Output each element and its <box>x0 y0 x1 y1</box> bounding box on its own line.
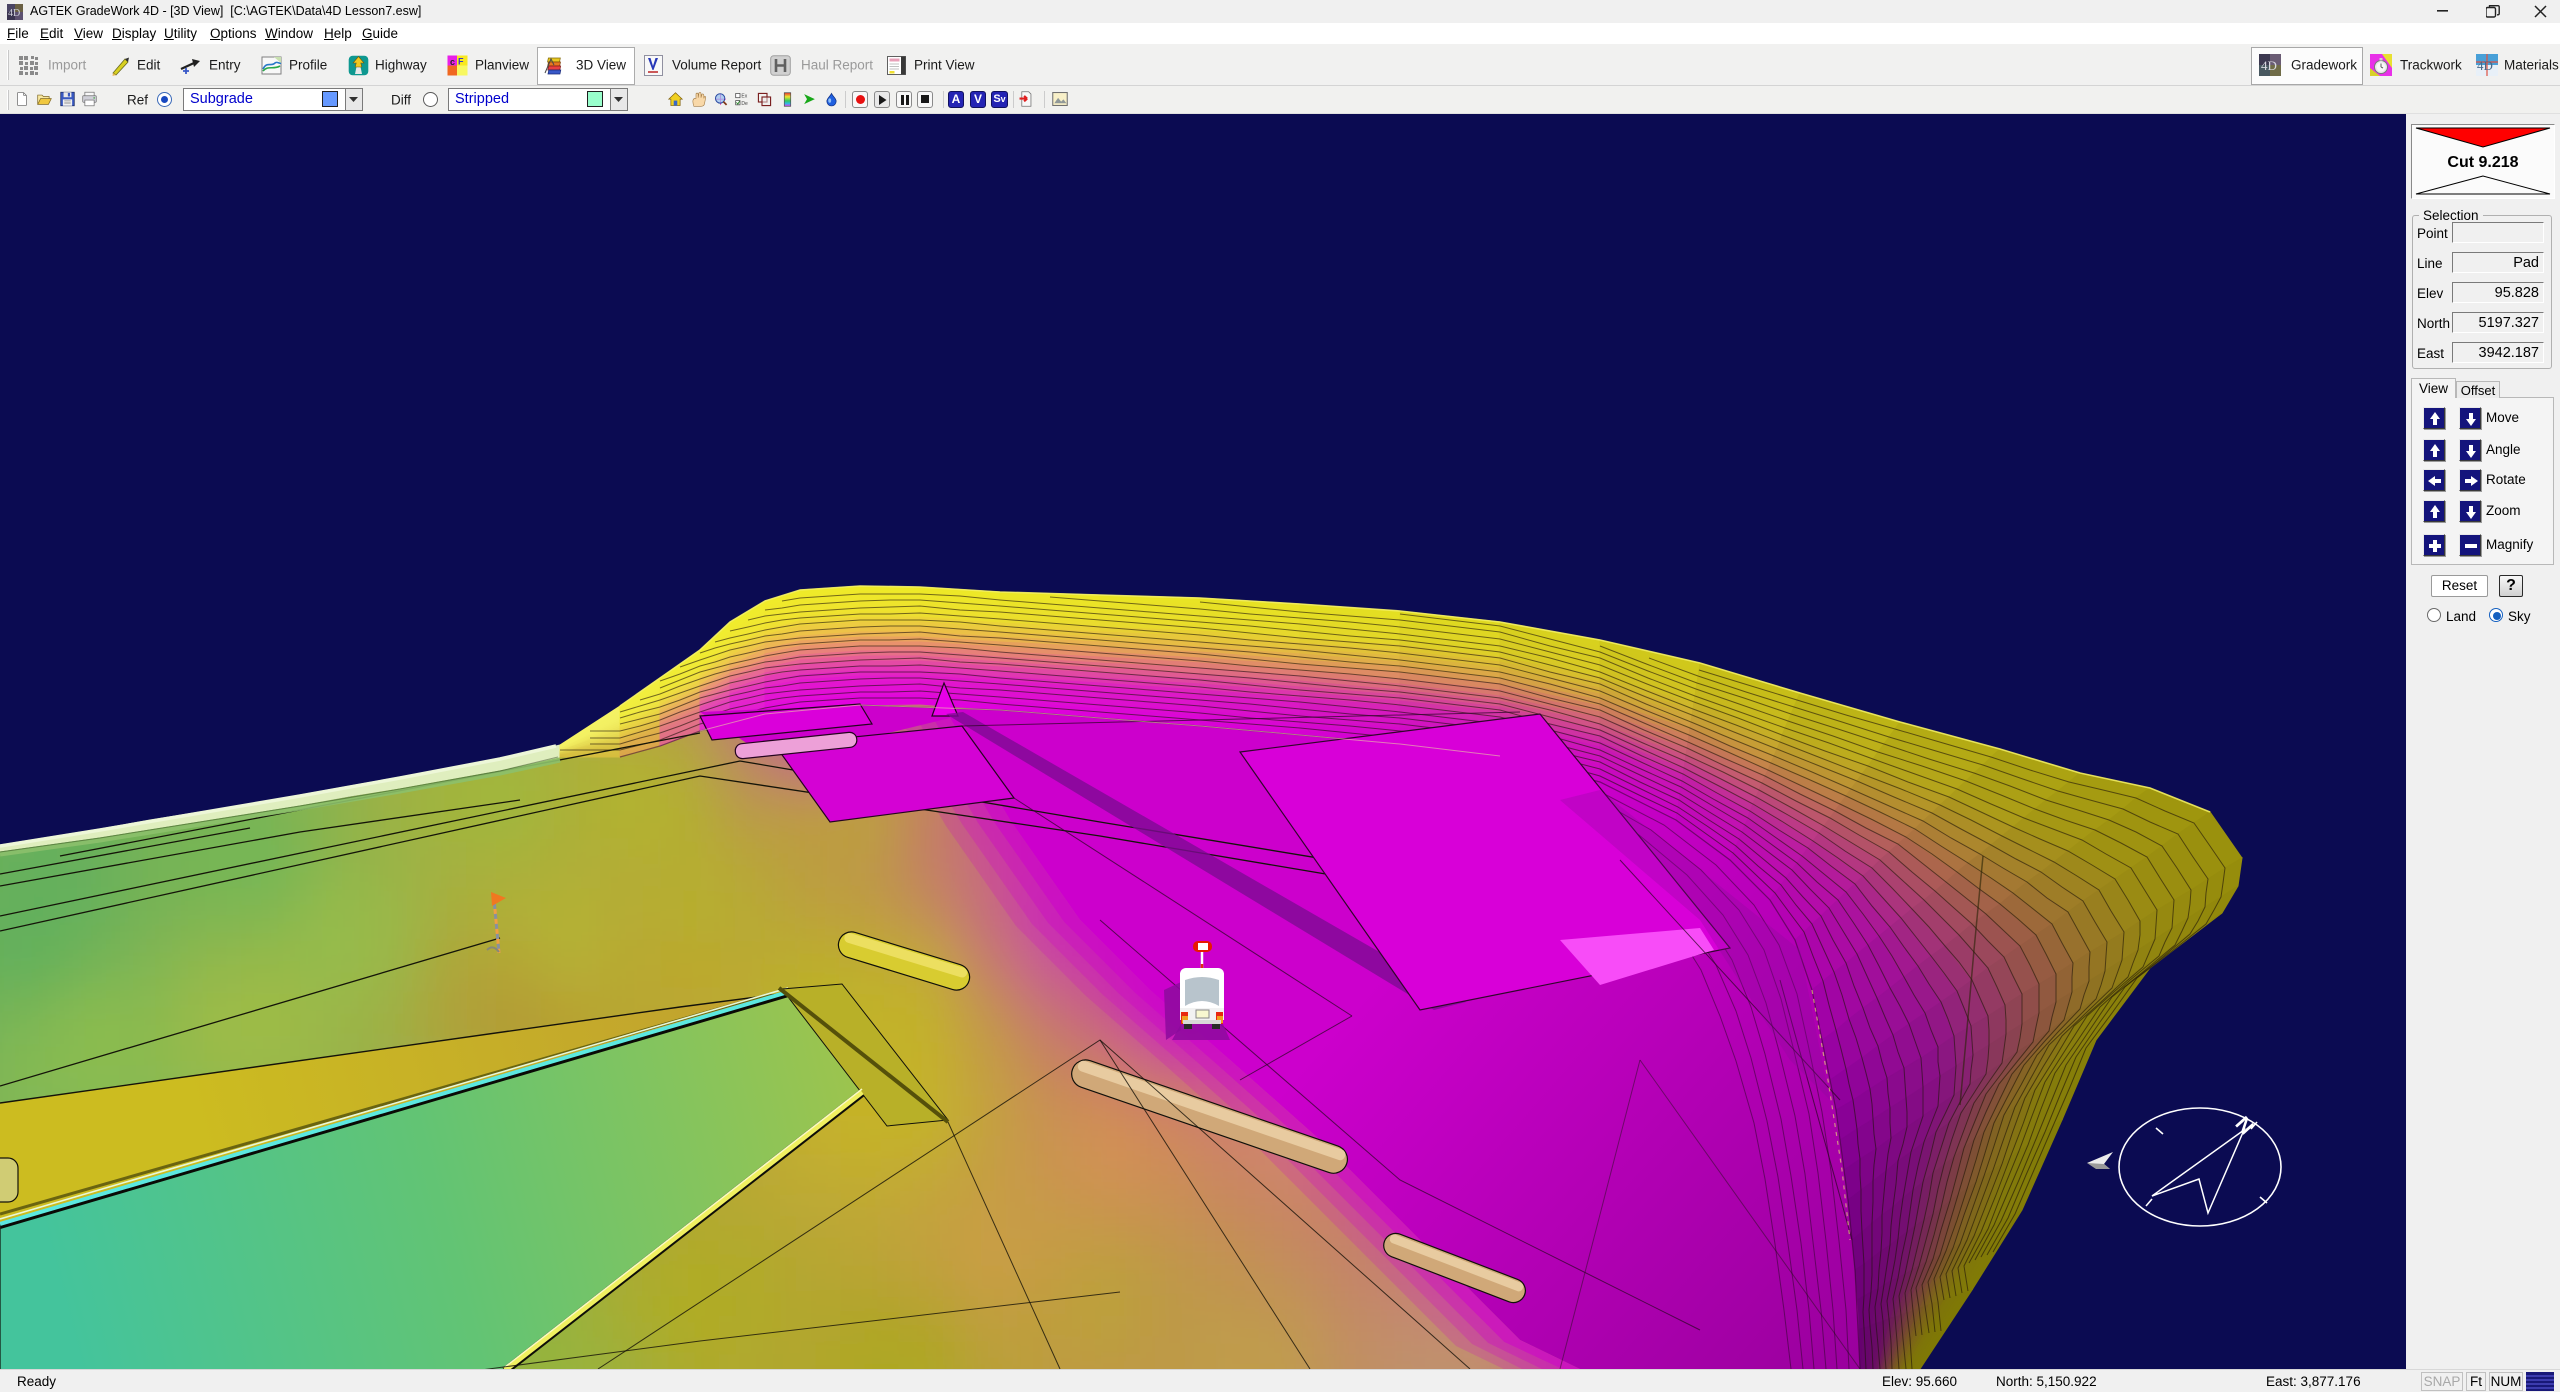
svg-text:De: De <box>741 101 748 107</box>
svg-text:Cut 9.218: Cut 9.218 <box>2447 154 2518 171</box>
svg-text:c: c <box>450 57 455 67</box>
svg-text:Ex: Ex <box>741 94 747 100</box>
svg-text:4D: 4D <box>8 8 20 19</box>
svg-text:F: F <box>458 57 464 67</box>
svg-text:4D: 4D <box>2261 58 2277 73</box>
svg-text:4D: 4D <box>2477 58 2493 73</box>
